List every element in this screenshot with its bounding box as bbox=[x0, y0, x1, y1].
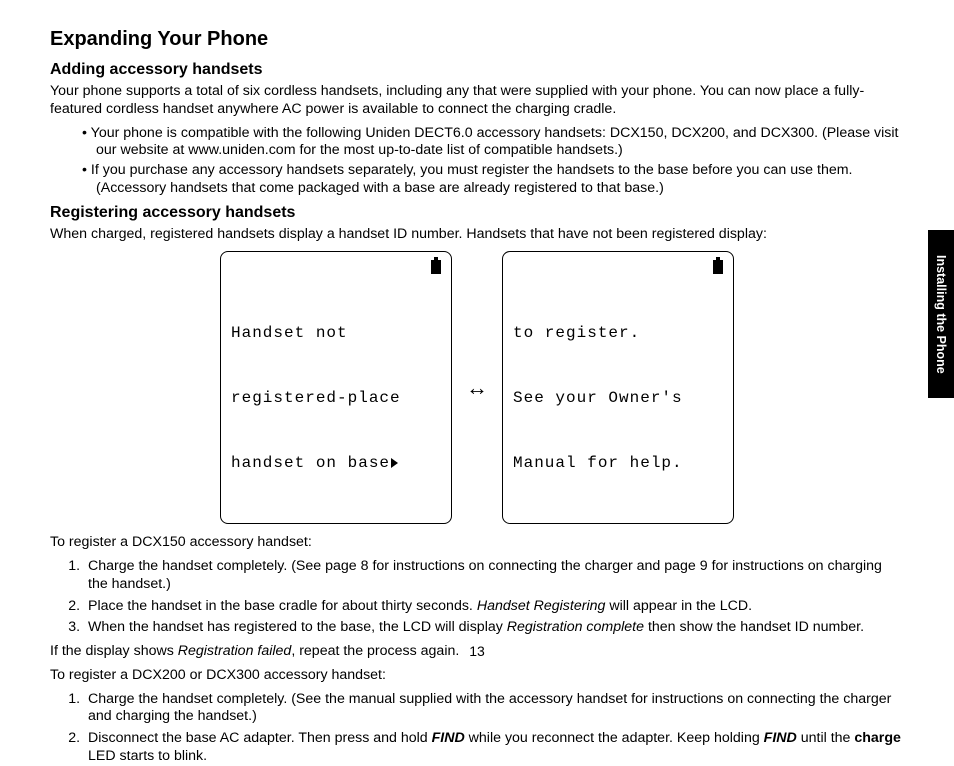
list-item: If you purchase any accessory handsets s… bbox=[82, 162, 904, 198]
page-title: Expanding Your Phone bbox=[50, 28, 904, 51]
lcd-line: handset on base bbox=[231, 453, 441, 475]
section-heading-registering: Registering accessory handsets bbox=[50, 204, 904, 222]
step-item: Charge the handset completely. (See the … bbox=[84, 691, 904, 727]
double-arrow-icon: ↔ bbox=[466, 375, 488, 401]
paragraph: Your phone supports a total of six cordl… bbox=[50, 83, 904, 119]
battery-icon bbox=[713, 260, 723, 274]
lcd-display-row: Handset not registered-place handset on … bbox=[50, 251, 904, 524]
lcd-line: See your Owner's bbox=[513, 388, 723, 410]
lcd-screen-left: Handset not registered-place handset on … bbox=[220, 251, 452, 524]
lcd-line: Manual for help. bbox=[513, 453, 723, 475]
paragraph: When charged, registered handsets displa… bbox=[50, 226, 904, 244]
lcd-screen-right: to register. See your Owner's Manual for… bbox=[502, 251, 734, 524]
arrow-right-icon bbox=[391, 458, 398, 468]
paragraph: To register a DCX200 or DCX300 accessory… bbox=[50, 667, 904, 685]
lcd-line: registered-place bbox=[231, 388, 441, 410]
section-heading-adding: Adding accessory handsets bbox=[50, 61, 904, 79]
ordered-list-dcx200: Charge the handset completely. (See the … bbox=[50, 691, 904, 766]
battery-icon bbox=[431, 260, 441, 274]
paragraph: To register a DCX150 accessory handset: bbox=[50, 534, 904, 552]
bullet-list: Your phone is compatible with the follow… bbox=[50, 125, 904, 198]
step-item: Disconnect the base AC adapter. Then pre… bbox=[84, 730, 904, 766]
manual-page: Expanding Your Phone Adding accessory ha… bbox=[0, 0, 954, 671]
step-item: Place the handset in the base cradle for… bbox=[84, 598, 904, 616]
ordered-list-dcx150: Charge the handset completely. (See page… bbox=[50, 558, 904, 637]
step-item: Charge the handset completely. (See page… bbox=[84, 558, 904, 594]
list-item: Your phone is compatible with the follow… bbox=[82, 125, 904, 161]
step-item: When the handset has registered to the b… bbox=[84, 619, 904, 637]
lcd-line: Handset not bbox=[231, 323, 441, 345]
lcd-line: to register. bbox=[513, 323, 723, 345]
page-number: 13 bbox=[0, 643, 954, 659]
section-tab: Installing the Phone bbox=[928, 230, 954, 398]
